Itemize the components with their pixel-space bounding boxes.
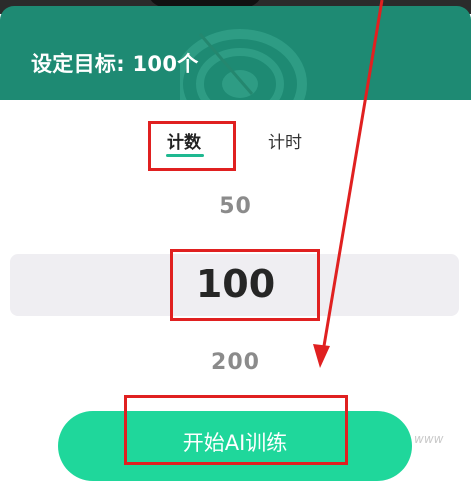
tab-time[interactable]: 计时 (268, 128, 302, 153)
target-icon (180, 29, 307, 106)
page-title: 设定目标: 100个 (31, 52, 199, 76)
watermark: www (414, 432, 444, 446)
tab-count[interactable]: 计数 (167, 128, 201, 153)
picker-option-selected[interactable]: 100 (0, 262, 471, 306)
active-tab-indicator (166, 154, 204, 157)
picker-option-next[interactable]: 200 (0, 350, 471, 375)
start-ai-training-button[interactable]: 开始AI训练 (58, 411, 412, 481)
sheet-header: 设定目标: 100个 (0, 6, 471, 106)
picker-option-previous[interactable]: 50 (0, 194, 471, 219)
